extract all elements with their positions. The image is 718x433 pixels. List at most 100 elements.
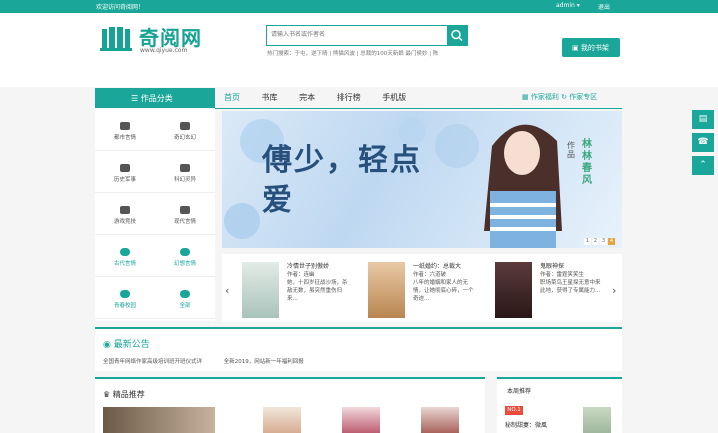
nav-mobile[interactable]: 手机版: [382, 92, 406, 103]
my-bookshelf-button[interactable]: ▣ 我的书架: [562, 38, 620, 57]
announcement-icon: ◉: [103, 340, 114, 350]
rank-badge: NO.1: [505, 406, 523, 415]
book-info: 冷情世子别傲娇 作者：连幽 她，十四岁征战沙场，杀敌无数，虽突然重伤归来...: [287, 263, 349, 303]
nav-divider: [215, 108, 622, 109]
pager-dot[interactable]: 1: [584, 238, 591, 245]
bookshelf-icon: ▤: [698, 114, 708, 124]
prev-arrow-icon[interactable]: ‹: [225, 284, 229, 297]
book-title[interactable]: 冷情世子别傲娇: [287, 263, 349, 271]
category-icon: [120, 290, 130, 298]
category-label: 幻想言情: [173, 261, 196, 267]
welcome-text: 欢迎访问奇阅网！: [96, 4, 145, 11]
author-welfare-link[interactable]: 作家福利: [531, 93, 559, 101]
book-cover[interactable]: [263, 407, 301, 433]
category-icon: [120, 164, 130, 172]
book-desc: 她，十四岁征战沙场，杀敌无数，虽突然重伤归来...: [287, 280, 348, 302]
search-box: [266, 25, 468, 46]
category-icon: [180, 290, 190, 298]
author-zone-link[interactable]: 作家专区: [569, 93, 597, 101]
banner-title: 傅少，轻点爱: [262, 143, 422, 218]
category-label: 现代言情: [173, 219, 196, 225]
logout-link[interactable]: 退出: [598, 2, 610, 11]
category-label: 全部: [179, 303, 191, 309]
weekly-book-title[interactable]: 秘制甜妻：微風: [505, 420, 547, 429]
category-label: 科幻灵异: [173, 177, 196, 183]
pager-dot-active[interactable]: 4: [608, 238, 615, 245]
carousel-pager: 1234: [583, 238, 615, 245]
book-cover[interactable]: [242, 262, 279, 318]
search-button[interactable]: [447, 26, 467, 45]
book-author: 作者：连幽: [287, 272, 315, 278]
category-item[interactable]: 游戏竞技: [95, 193, 155, 235]
category-item[interactable]: 现代言情: [155, 193, 215, 235]
recommended-section: ♛ 精品推荐: [95, 377, 485, 433]
chevron-up-icon: ⌃: [699, 160, 707, 170]
logo-book-icon: [100, 27, 132, 51]
category-item[interactable]: 奇幻玄幻: [155, 109, 215, 151]
category-grid: 都市言情 奇幻玄幻 历史军事 科幻灵异 游戏竞技 现代言情 古代言情 幻想言情 …: [95, 109, 215, 321]
back-to-top-button[interactable]: ⌃: [692, 156, 714, 175]
hot-search-words[interactable]: 热门搜索：于屯，逆下晴 | 熊猫风波 | 总裁的100天新娘 最门侯妙 | 陈: [267, 49, 438, 57]
announcement-item[interactable]: 全新2019，网站新一年福利回报: [224, 359, 304, 365]
category-icon: [120, 206, 130, 214]
recommended-title-label: 精品推荐: [112, 390, 145, 399]
category-header[interactable]: ☰ 作品分类: [95, 88, 215, 108]
category-icon: [120, 248, 130, 256]
announcement-item[interactable]: 全国青年网络作家高级培训班开班仪式详: [103, 359, 202, 365]
announcement-list: 全国青年网络作家高级培训班开班仪式详 全新2019，网站新一年福利回报: [103, 357, 304, 365]
book-cover[interactable]: [368, 262, 405, 318]
nav-completed[interactable]: 完本: [299, 92, 315, 103]
side-service-button[interactable]: ☎: [692, 133, 714, 152]
category-item[interactable]: 科幻灵异: [155, 151, 215, 193]
search-input[interactable]: [271, 31, 441, 38]
book-desc: 职场菜鸟王星探无意中来此地，获得了专属能力...: [540, 280, 601, 294]
category-icon: [180, 248, 190, 256]
search-icon: [451, 29, 463, 42]
book-icon: ▣: [572, 44, 581, 52]
nav-library[interactable]: 书库: [262, 92, 278, 103]
category-icon: [180, 206, 190, 214]
book-info: 一纸婚约：总裁大 作者：六道破 八年的婚姻和家人的无情，让她彻底心碎，一个奇迹.…: [413, 263, 475, 303]
book-desc: 八年的婚姻和家人的无情，让她彻底心碎，一个奇迹...: [413, 280, 474, 302]
top-bar: 欢迎访问奇阅网！ admin ▾ 退出: [0, 0, 718, 13]
book-cover[interactable]: [583, 407, 611, 433]
weekly-title: 本周推荐: [507, 388, 532, 395]
category-item[interactable]: 历史军事: [95, 151, 155, 193]
category-label: 都市言情: [113, 135, 136, 141]
announcements-title: ◉ 最新公告: [103, 337, 150, 350]
category-label: 奇幻玄幻: [173, 135, 196, 141]
nav-rankings[interactable]: 排行榜: [337, 92, 361, 103]
banner-carousel[interactable]: 傅少，轻点爱 作品 林林春风: [222, 111, 622, 248]
gift-icon: ▦: [522, 93, 531, 101]
category-item[interactable]: 青春校园: [95, 277, 155, 319]
category-item[interactable]: 古代言情: [95, 235, 155, 277]
next-arrow-icon[interactable]: ›: [612, 284, 616, 297]
side-bookshelf-button[interactable]: ▤: [692, 110, 714, 129]
category-item[interactable]: 都市言情: [95, 109, 155, 151]
category-item[interactable]: 幻想言情: [155, 235, 215, 277]
book-cover[interactable]: [342, 407, 380, 433]
category-icon: [120, 122, 130, 130]
book-cover[interactable]: [421, 407, 459, 433]
nav-home[interactable]: 首页: [224, 92, 240, 103]
author-links: ▦ 作家福利 ↻ 作家专区: [522, 92, 597, 102]
category-label: 游戏竞技: [113, 219, 136, 225]
book-author: 作者：雷霆笑笑生: [540, 272, 585, 278]
book-cover[interactable]: [495, 262, 532, 318]
pager-dot[interactable]: 3: [600, 238, 607, 245]
banner-tag: 作品: [567, 141, 575, 159]
category-label: 历史军事: [113, 177, 136, 183]
menu-icon: ☰: [131, 94, 141, 103]
recommended-title: ♛ 精品推荐: [103, 389, 145, 400]
book-title[interactable]: 一纸婚约：总裁大: [413, 263, 475, 271]
book-title[interactable]: 鬼眼神探: [540, 263, 602, 271]
user-menu[interactable]: admin ▾: [556, 2, 580, 9]
category-label: 古代言情: [113, 261, 136, 267]
category-item[interactable]: 全部: [155, 277, 215, 319]
book-cover[interactable]: [103, 407, 215, 433]
banner-author: 林林春风: [582, 139, 592, 186]
book-author: 作者：六道破: [413, 272, 447, 278]
pager-dot[interactable]: 2: [592, 238, 599, 245]
category-icon: [180, 122, 190, 130]
site-url: www.qiyue.com: [140, 47, 188, 54]
